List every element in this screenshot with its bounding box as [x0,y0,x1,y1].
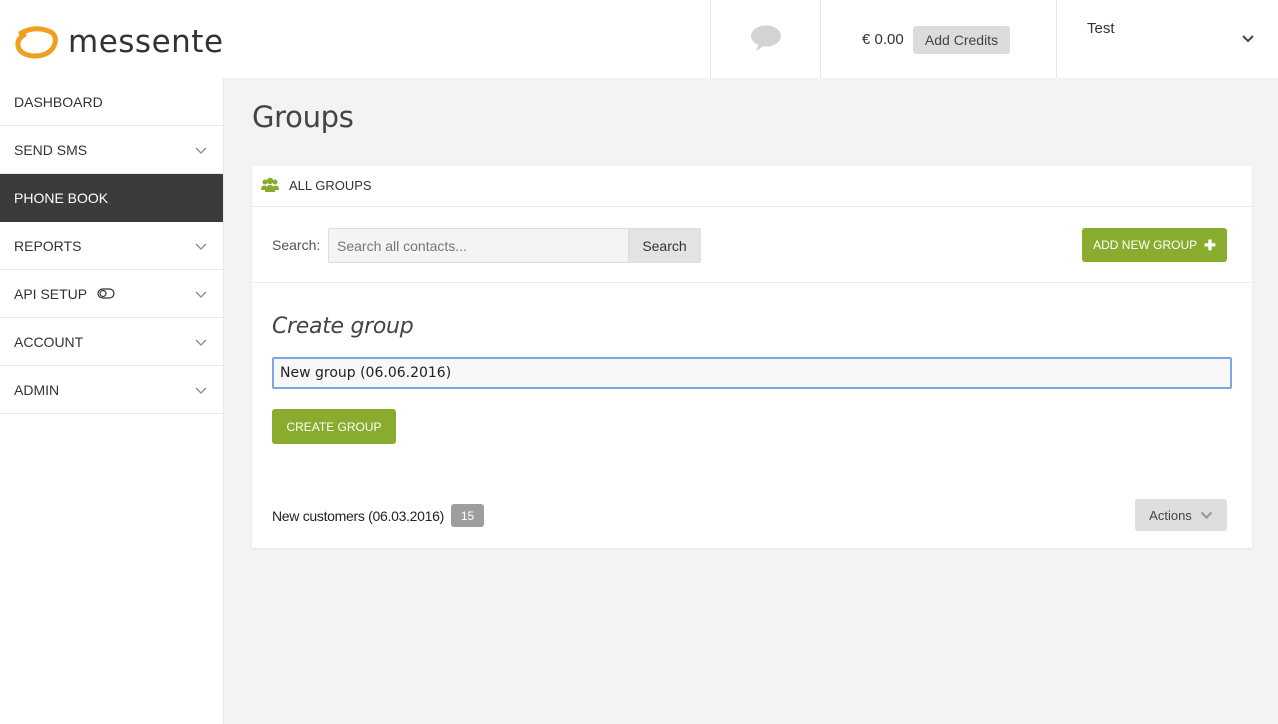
create-group-button[interactable]: CREATE GROUP [272,409,396,444]
users-group-icon [261,177,279,192]
card-header: ALL GROUPS [252,166,1252,207]
chevron-down-icon [195,147,207,154]
sidebar-item-label: PHONE BOOK [14,189,109,206]
sidebar-item-api-setup[interactable]: API SETUP [0,270,223,318]
add-new-group-label: ADD NEW GROUP [1093,238,1198,252]
groups-card: ALL GROUPS Search: Search ADD NEW GROUP … [252,166,1252,548]
chevron-down-icon [195,387,207,394]
search-label: Search: [272,237,321,253]
group-name[interactable]: New customers (06.03.2016) [272,508,444,524]
user-menu-name[interactable]: Test [1087,20,1115,37]
chevron-down-icon [195,339,207,346]
header-divider [820,0,821,78]
header-divider [1056,0,1057,78]
brand-logo[interactable]: messente [14,24,224,60]
header-divider [710,0,711,78]
actions-dropdown-button[interactable]: Actions [1135,499,1227,531]
chevron-down-icon[interactable] [1241,34,1255,44]
chevron-down-icon [195,291,207,298]
search-bar: Search: Search ADD NEW GROUP ✚ [252,207,1252,283]
search-button[interactable]: Search [628,228,701,263]
sidebar-nav: DASHBOARD SEND SMS PHONE BOOK REPORTS AP… [0,78,224,724]
brand-name: messente [68,24,224,60]
add-credits-button[interactable]: Add Credits [913,26,1010,54]
card-title: ALL GROUPS [289,178,372,193]
top-header: messente € 0.00 Add Credits Test [0,0,1278,78]
sidebar-item-reports[interactable]: REPORTS [0,222,223,270]
actions-label: Actions [1149,507,1192,523]
search-input[interactable] [328,228,628,263]
sidebar-item-phone-book[interactable]: PHONE BOOK [0,174,223,222]
toggle-icon [97,288,115,299]
credit-balance: € 0.00 [862,31,904,48]
sidebar-item-label: SEND SMS [14,141,88,158]
create-group-heading: Create group [272,314,414,339]
add-new-group-button[interactable]: ADD NEW GROUP ✚ [1082,228,1227,262]
group-name-field[interactable] [272,357,1232,389]
sidebar-item-account[interactable]: ACCOUNT [0,318,223,366]
sidebar-item-label: REPORTS [14,237,82,254]
chevron-down-icon [1200,511,1213,519]
plus-icon: ✚ [1204,236,1216,253]
sidebar-item-label: ADMIN [14,381,60,398]
sidebar-item-dashboard[interactable]: DASHBOARD [0,78,223,126]
sidebar-item-send-sms[interactable]: SEND SMS [0,126,223,174]
sidebar-item-label: API SETUP [14,285,88,302]
sidebar-item-admin[interactable]: ADMIN [0,366,223,414]
contact-count-badge: 15 [451,504,484,527]
chevron-down-icon [195,243,207,250]
chat-bubble-icon[interactable] [750,24,782,52]
messente-logo-icon [15,26,58,59]
sidebar-item-label: DASHBOARD [14,93,103,110]
page-title: Groups [252,100,354,134]
sidebar-item-label: ACCOUNT [14,333,84,350]
